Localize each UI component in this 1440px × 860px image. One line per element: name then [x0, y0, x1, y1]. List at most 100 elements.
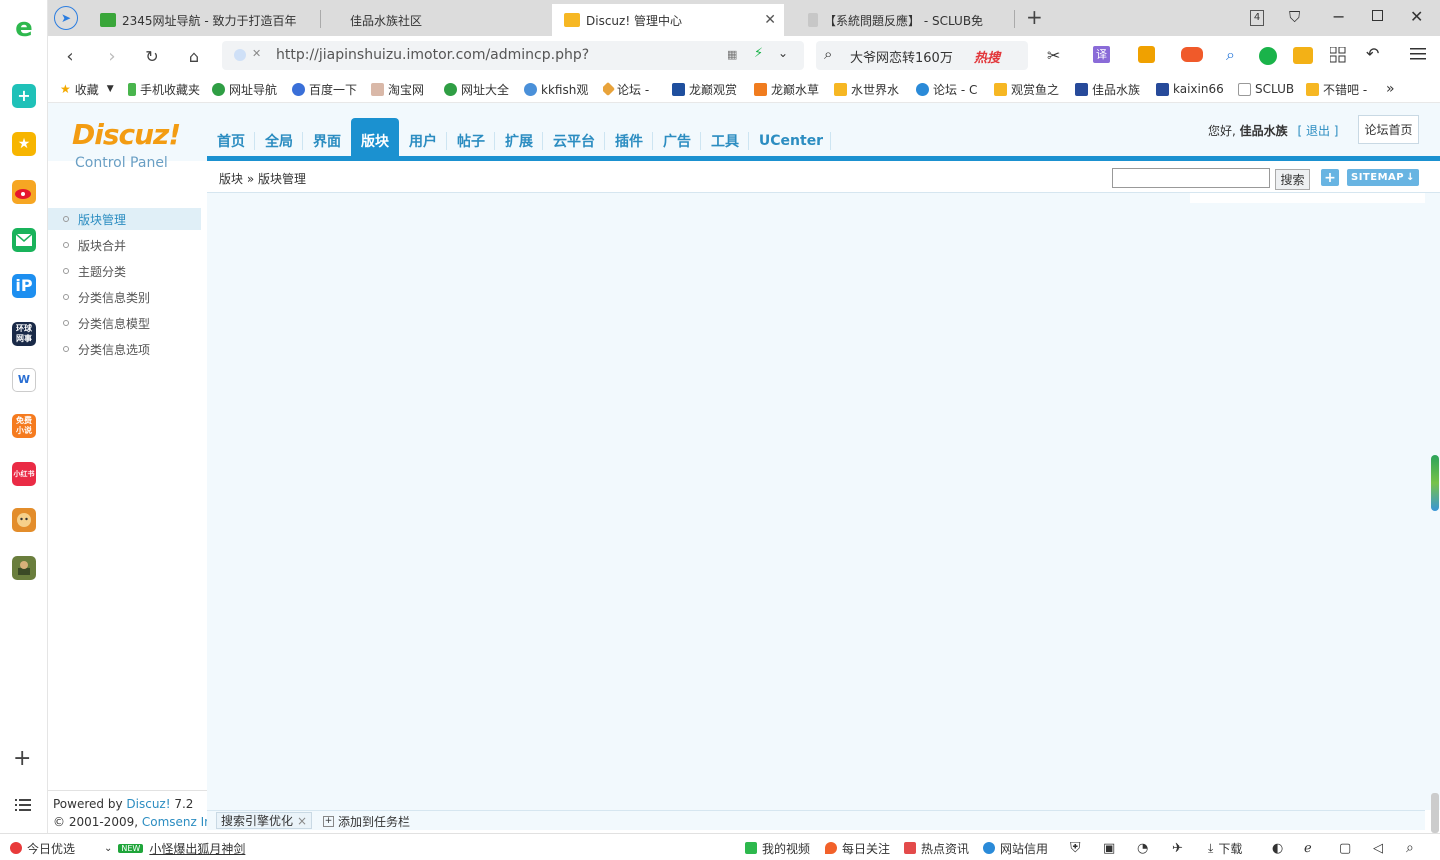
browser-logo-icon[interactable]: e — [12, 15, 36, 41]
blocked-plugin-icon[interactable]: ✕ — [252, 47, 261, 60]
today-picks[interactable]: 今日优选 — [10, 840, 75, 856]
menu-home[interactable]: 首页 — [212, 130, 250, 152]
refresh-icon[interactable]: ↻ — [140, 44, 164, 68]
rocket-icon[interactable]: ✈ — [1172, 840, 1183, 856]
site-info-icon[interactable] — [234, 49, 246, 61]
red-app-icon[interactable]: 小红书 — [12, 462, 36, 486]
wechat-icon[interactable] — [1259, 47, 1277, 65]
forward-icon[interactable]: › — [100, 44, 124, 68]
close-tab-icon[interactable]: ✕ — [764, 12, 776, 28]
home-icon[interactable]: ⌂ — [182, 44, 206, 68]
restore-icon[interactable] — [1372, 10, 1383, 21]
hot-search-tag[interactable]: 热搜 — [974, 47, 1000, 66]
menu-extend[interactable]: 扩展 — [500, 130, 538, 152]
window-icon[interactable]: ▢ — [1339, 840, 1351, 856]
edge-icon[interactable]: ◐ — [1272, 840, 1283, 856]
bookmark-item[interactable]: 百度一下 — [292, 80, 357, 98]
add-shortcut-button[interactable]: + — [1321, 169, 1339, 186]
admin-search-input[interactable] — [1112, 168, 1270, 188]
bookmark-item[interactable]: 水世界水 — [834, 80, 904, 98]
bookmark-item[interactable]: 论坛 - — [603, 80, 649, 98]
bookmark-item[interactable]: 龙巅观赏 — [672, 80, 742, 98]
downloads[interactable]: ⤓ 下载 — [1208, 840, 1242, 856]
my-videos[interactable]: 我的视频 — [745, 840, 810, 856]
game-soldier-icon[interactable] — [12, 556, 36, 580]
headline-news[interactable]: ⌄ NEW 小怪爆出狐月神剑 — [104, 840, 245, 856]
document-w-icon[interactable]: W — [12, 368, 36, 392]
new-tab-icon[interactable]: + — [1026, 5, 1043, 29]
bookmark-item[interactable]: kaixin66 — [1156, 80, 1224, 98]
site-credit[interactable]: 网站信用 — [983, 840, 1048, 856]
hot-news[interactable]: 热点资讯 — [904, 840, 969, 856]
scrollbar-thumb[interactable] — [1431, 793, 1439, 833]
discuz-logo[interactable]: Discuz! — [72, 118, 181, 151]
favorites-star-icon[interactable]: ★ — [12, 132, 36, 156]
magnifier-icon[interactable]: ⌕ — [1226, 45, 1235, 65]
minimize-icon[interactable]: − — [1332, 7, 1345, 26]
qr-code-icon[interactable]: ▦ — [727, 48, 737, 61]
search-box[interactable]: ⌕ 大爷网恋转160万 热搜 — [816, 41, 1028, 70]
ie-compat-icon[interactable]: ℯ — [1304, 840, 1312, 856]
forum-home-button[interactable]: 论坛首页 — [1358, 115, 1419, 144]
zoom-search-icon[interactable]: ⌕ — [1406, 840, 1414, 856]
menu-plugins[interactable]: 插件 — [610, 130, 648, 152]
side-item-info-options[interactable]: 分类信息选项 — [48, 338, 201, 360]
menu-ads[interactable]: 广告 — [658, 130, 696, 152]
tab-jiapin[interactable]: 佳品水族社区 — [338, 4, 548, 36]
taskbar-close-icon[interactable]: × — [297, 814, 307, 828]
volume-icon[interactable]: ◁ — [1373, 840, 1383, 856]
navigation-compass-icon[interactable]: ➤ — [54, 6, 78, 30]
search-suggestion[interactable]: 大爷网恋转160万 — [850, 47, 953, 66]
address-bar[interactable]: ✕ http://jiapinshuizu.imotor.com/admincp… — [222, 41, 804, 70]
menu-global[interactable]: 全局 — [260, 130, 298, 152]
side-item-thread-types[interactable]: 主题分类 — [48, 260, 201, 282]
discuz-link[interactable]: Discuz! — [126, 797, 170, 811]
bookmark-favorites[interactable]: ★ 收藏 ▼ — [60, 80, 114, 98]
side-item-info-models[interactable]: 分类信息模型 — [48, 312, 201, 334]
bookmarks-more[interactable]: » — [1386, 80, 1395, 98]
menu-ucenter[interactable]: UCenter — [754, 130, 828, 152]
shield-icon[interactable]: ⛨ — [1070, 840, 1081, 856]
mail-icon[interactable] — [12, 228, 36, 252]
cheetah-icon[interactable] — [1293, 47, 1313, 64]
add-to-taskbar[interactable]: + 添加到任务栏 — [323, 813, 410, 830]
breadcrumb-forums[interactable]: 版块 — [219, 172, 243, 186]
back-icon[interactable]: ‹ — [58, 44, 82, 68]
speed-mode-icon[interactable]: ⚡ — [754, 46, 763, 61]
tab-sclub[interactable]: 【系統問題反應】 - SCLUB免 — [796, 4, 1016, 36]
menu-posts[interactable]: 帖子 — [452, 130, 490, 152]
translate-icon[interactable]: 译 — [1093, 46, 1110, 63]
image-icon[interactable]: ▣ — [1103, 840, 1115, 856]
medical-cross-icon[interactable]: + — [12, 84, 36, 108]
sitemap-button[interactable]: SITEMAP ↓ — [1347, 169, 1419, 186]
side-item-info-categories[interactable]: 分类信息类别 — [48, 286, 201, 308]
menu-forums[interactable]: 版块 — [356, 130, 394, 152]
logout-link[interactable]: [ 退出 ] — [1298, 124, 1339, 138]
game-avatar-icon[interactable] — [12, 508, 36, 532]
daily-follow[interactable]: 每日关注 — [825, 840, 890, 856]
bookmark-item[interactable]: 淘宝网 — [371, 80, 424, 98]
close-window-icon[interactable]: ✕ — [1410, 7, 1423, 26]
apps-grid-icon[interactable] — [1329, 46, 1346, 66]
side-item-forum-manage[interactable]: 版块管理 — [48, 208, 201, 230]
tab-2345[interactable]: 2345网址导航 - 致力于打造百年 — [88, 4, 318, 36]
tab-discuz-admin[interactable]: Discuz! 管理中心 ✕ — [552, 4, 784, 36]
bookmark-item[interactable]: 手机收藏夹 — [128, 80, 200, 98]
undo-icon[interactable]: ↶ — [1366, 44, 1379, 63]
game-controller-icon[interactable] — [1181, 47, 1203, 62]
speed-dial-icon[interactable]: ◔ — [1137, 840, 1148, 856]
bookmark-item[interactable]: 不错吧 - — [1306, 80, 1376, 98]
url-text[interactable]: http://jiapinshuizu.imotor.com/admincp.p… — [276, 47, 589, 63]
bookmark-item[interactable]: 观赏鱼之 — [994, 80, 1060, 98]
weibo-icon[interactable] — [12, 180, 36, 204]
bookmark-item[interactable]: 网址大全 — [444, 80, 509, 98]
side-item-forum-merge[interactable]: 版块合并 — [48, 234, 201, 256]
menu-tools[interactable]: 工具 — [706, 130, 744, 152]
bookmark-item[interactable]: 佳品水族 — [1075, 80, 1145, 98]
list-menu-icon[interactable] — [15, 798, 31, 815]
page-scrollbar[interactable] — [1431, 455, 1439, 511]
taskbar-item-seo[interactable]: 搜索引擎优化 × — [216, 812, 313, 829]
bookmark-item[interactable]: SCLUB — [1238, 80, 1298, 98]
money-shield-icon[interactable] — [1138, 46, 1155, 63]
admin-search-button[interactable]: 搜索 — [1275, 169, 1310, 190]
